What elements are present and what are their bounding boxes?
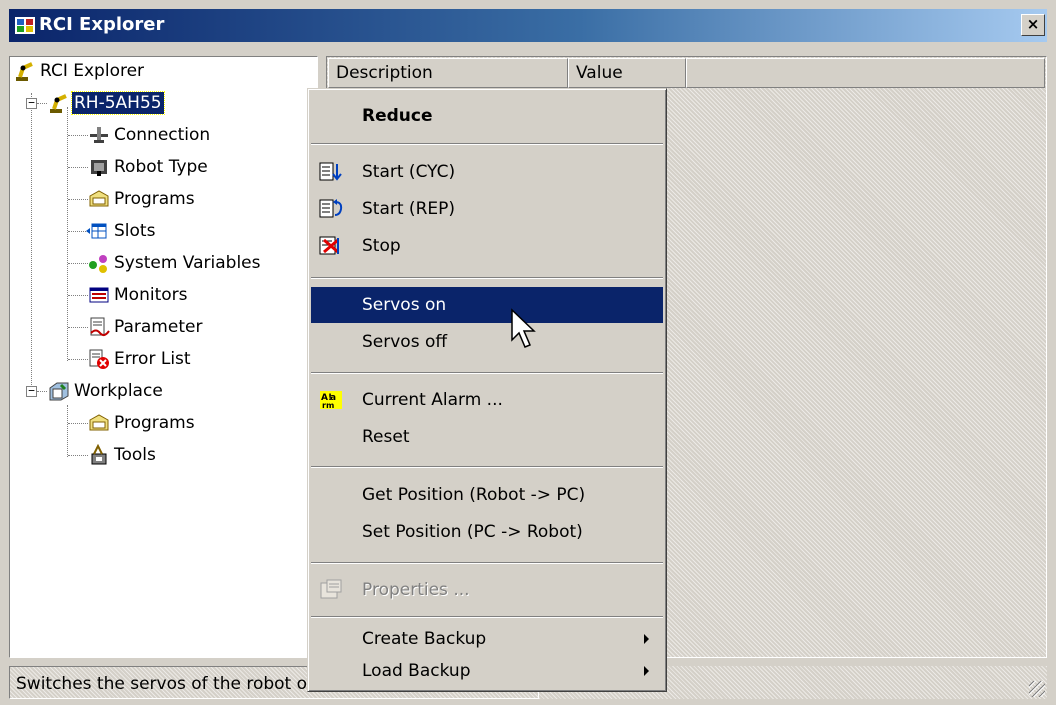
tree-item-workplace-programs[interactable]: Programs: [88, 409, 308, 437]
error-list-icon: [89, 349, 109, 369]
menu-separator: [311, 466, 663, 468]
explorer-tree[interactable]: RCI Explorer − RH-5AH55 Connection Robot…: [9, 56, 318, 658]
window-title: RCI Explorer: [39, 14, 165, 35]
collapse-toggle-robot[interactable]: −: [26, 97, 37, 109]
folder-icon: [89, 414, 109, 431]
submenu-arrow-icon: [644, 666, 649, 676]
menu-item-create-backup[interactable]: Create Backup: [311, 621, 663, 657]
workplace-icon: [49, 382, 69, 401]
tree-item-programs[interactable]: Programs: [88, 185, 308, 213]
robot-type-icon: [91, 160, 107, 176]
folder-icon: [89, 190, 109, 207]
tree-label: Parameter: [114, 317, 203, 337]
resize-grip[interactable]: [1029, 681, 1045, 697]
menu-item-load-backup[interactable]: Load Backup: [311, 653, 663, 689]
system-variables-icon: [89, 255, 107, 273]
tree-item-robot[interactable]: RH-5AH55: [48, 89, 308, 117]
column-header-description[interactable]: Description: [328, 58, 568, 88]
tools-icon: [91, 444, 107, 465]
properties-icon: [320, 579, 342, 599]
tree-item-system-variables[interactable]: System Variables: [88, 249, 308, 277]
rci-explorer-app-icon: [15, 17, 35, 34]
column-header-empty: [686, 58, 1045, 88]
menu-item-stop[interactable]: Stop: [311, 228, 663, 264]
svg-text:rm: rm: [322, 401, 334, 410]
robot-arm-icon: [16, 62, 33, 81]
tree-item-workplace[interactable]: Workplace: [48, 377, 308, 405]
tree-item-monitors[interactable]: Monitors: [88, 281, 308, 309]
column-header-value[interactable]: Value: [568, 58, 686, 88]
tree-label: Workplace: [74, 381, 163, 401]
tree-item-error-list[interactable]: Error List: [88, 345, 308, 373]
menu-item-reduce[interactable]: Reduce: [311, 98, 663, 134]
menu-item-start-rep[interactable]: Start (REP): [311, 191, 663, 227]
monitors-icon: [89, 287, 109, 303]
start-cyc-icon: [319, 162, 342, 181]
robot-arm-icon: [50, 94, 67, 113]
tree-label: Monitors: [114, 285, 188, 305]
parameter-icon: [90, 317, 110, 337]
tree-item-robot-type[interactable]: Robot Type: [88, 153, 308, 181]
stop-icon: [319, 236, 339, 255]
tree-item-tools[interactable]: Tools: [88, 441, 308, 469]
tree-item-slots[interactable]: Slots: [80, 217, 308, 245]
submenu-arrow-icon: [644, 634, 649, 644]
tree-label: System Variables: [114, 253, 261, 273]
tree-label-selected: RH-5AH55: [71, 91, 165, 115]
menu-item-reset[interactable]: Reset: [311, 419, 663, 455]
menu-item-servos-off[interactable]: Servos off: [311, 324, 663, 360]
menu-item-properties: Properties ...: [311, 572, 663, 608]
tree-label: Programs: [114, 413, 195, 433]
menu-separator: [311, 277, 663, 279]
tree-item-root[interactable]: RCI Explorer: [10, 57, 310, 85]
tree-item-connection[interactable]: Connection: [88, 121, 308, 149]
connection-icon: [90, 127, 108, 143]
menu-separator: [311, 616, 663, 618]
menu-item-current-alarm[interactable]: A! a rm Current Alarm ...: [311, 382, 663, 418]
menu-item-servos-on[interactable]: Servos on: [311, 287, 663, 323]
menu-item-get-position[interactable]: Get Position (Robot -> PC): [311, 477, 663, 513]
close-icon: ×: [1026, 15, 1040, 33]
context-menu[interactable]: Reduce Start (CYC) Start (REP) Stop Serv…: [307, 88, 667, 692]
mouse-cursor-icon: [511, 308, 536, 348]
tree-label: Error List: [114, 349, 191, 369]
menu-item-start-cyc[interactable]: Start (CYC): [311, 154, 663, 190]
menu-separator: [311, 562, 663, 564]
slots-icon: [86, 223, 107, 239]
title-bar[interactable]: RCI Explorer ×: [9, 9, 1047, 42]
start-rep-icon: [319, 199, 343, 218]
tree-label: Tools: [114, 445, 156, 465]
collapse-toggle-workplace[interactable]: −: [26, 385, 37, 397]
tree-label: Programs: [114, 189, 195, 209]
tree-label: Robot Type: [114, 157, 208, 177]
menu-separator: [311, 143, 663, 145]
tree-label: RCI Explorer: [40, 61, 145, 81]
menu-separator: [311, 372, 663, 374]
tree-item-parameter[interactable]: Parameter: [88, 313, 308, 341]
close-button[interactable]: ×: [1021, 14, 1045, 36]
tree-label: Connection: [114, 125, 211, 145]
alarm-icon: A!arm: [320, 391, 342, 410]
tree-label: Slots: [114, 221, 156, 241]
menu-item-set-position[interactable]: Set Position (PC -> Robot): [311, 514, 663, 550]
